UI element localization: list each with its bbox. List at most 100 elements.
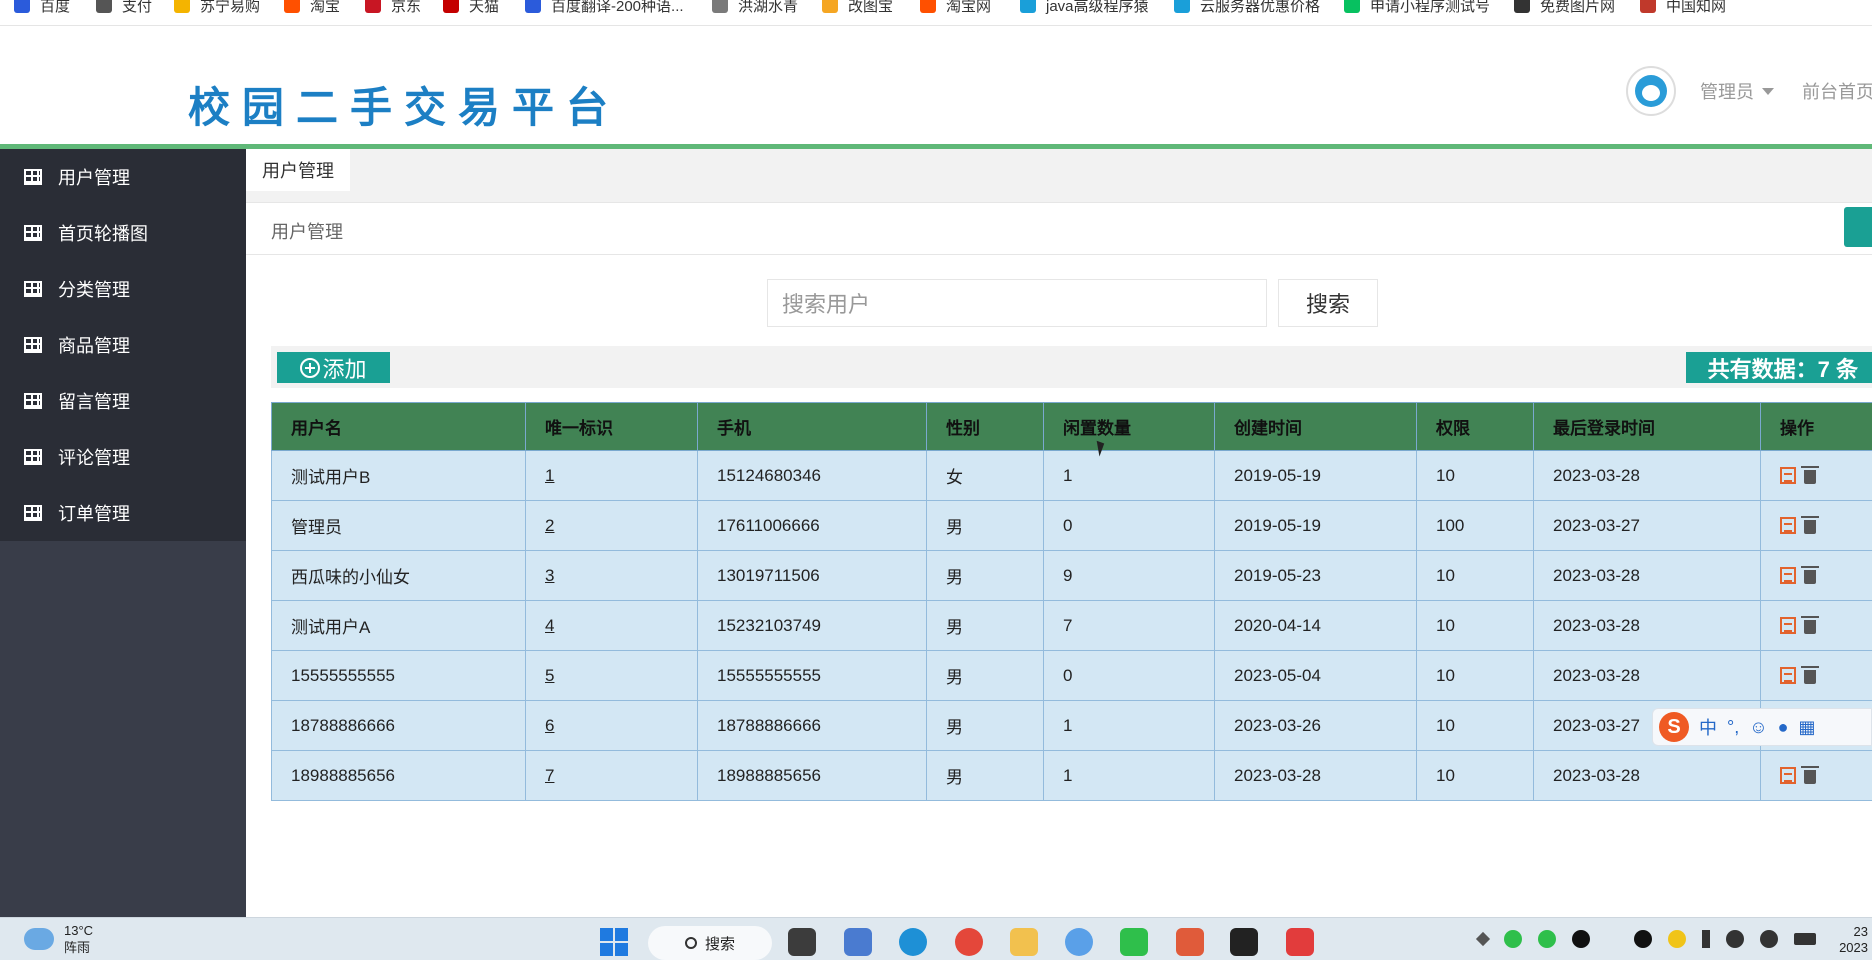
cell-id-link[interactable]: 4 [525, 600, 698, 651]
cell-actions [1760, 650, 1872, 701]
add-user-button[interactable]: 添加 [277, 352, 390, 383]
edit-icon[interactable] [1780, 517, 1796, 534]
delete-icon[interactable] [1801, 566, 1819, 584]
total-count-badge: 共有数据：7 条 [1685, 352, 1872, 383]
taskbar-search[interactable]: 搜索 [648, 926, 772, 960]
cell-id-link[interactable]: 6 [525, 700, 698, 751]
bookmark-item[interactable]: 支付 [96, 0, 152, 16]
ime-punct-toggle[interactable]: °, [1727, 717, 1739, 738]
bookmark-item[interactable]: 京东 [365, 0, 421, 16]
file-explorer-icon[interactable] [1010, 928, 1038, 956]
search-button[interactable]: 搜索 [1278, 279, 1378, 327]
edit-icon[interactable] [1780, 767, 1796, 784]
bookmark-item[interactable]: 申请小程序测试号 [1344, 0, 1490, 16]
sidebar-item-carousel[interactable]: 首页轮播图 [0, 205, 246, 261]
column-header: 闲置数量 [1043, 402, 1215, 451]
sidebar-item-comments[interactable]: 评论管理 [0, 429, 246, 485]
cell-id-link[interactable]: 2 [525, 500, 698, 551]
wifi-icon[interactable] [1726, 930, 1744, 948]
bookmark-item[interactable]: 免费图片网 [1514, 0, 1615, 16]
chrome-icon[interactable] [955, 928, 983, 956]
bookmark-item[interactable]: 百度翻译-200种语... [525, 0, 684, 16]
cell-last-login: 2023-03-27 [1533, 500, 1761, 551]
cell-permission: 10 [1416, 450, 1534, 501]
edit-icon[interactable] [1780, 567, 1796, 584]
cell-username: 测试用户B [271, 450, 526, 501]
bookmark-item[interactable]: 中国知网 [1640, 0, 1726, 16]
feishu-icon[interactable] [1065, 928, 1093, 956]
emoji-icon[interactable]: ☺ [1749, 717, 1767, 738]
ime-mode-toggle[interactable]: 中 [1699, 714, 1717, 740]
search-input[interactable]: 搜索用户 [767, 279, 1267, 327]
computer-icon[interactable] [844, 928, 872, 956]
task-view-icon[interactable] [788, 928, 816, 956]
column-header: 操作 [1760, 402, 1872, 451]
sidebar-item-users[interactable]: 用户管理 [0, 149, 246, 205]
edge-icon[interactable] [899, 928, 927, 956]
delete-icon[interactable] [1801, 766, 1819, 784]
bookmark-item[interactable]: 百度 [14, 0, 70, 16]
taskbar-clock[interactable]: 23 2023 [1836, 924, 1868, 956]
cell-created: 2023-05-04 [1214, 650, 1417, 701]
front-home-link[interactable]: 前台首页 [1802, 78, 1872, 104]
delete-icon[interactable] [1801, 516, 1819, 534]
sidebar-item-messages[interactable]: 留言管理 [0, 373, 246, 429]
breadcrumb[interactable]: 用户管理 [271, 218, 343, 244]
cell-id-link[interactable]: 7 [525, 750, 698, 801]
avatar[interactable] [1626, 66, 1676, 116]
sidebar-item-orders[interactable]: 订单管理 [0, 485, 246, 541]
intellij-icon[interactable] [1230, 928, 1258, 956]
pay-icon [96, 0, 112, 13]
sidebar-item-categories[interactable]: 分类管理 [0, 261, 246, 317]
table-toolbar: 添加 共有数据：7 条 [271, 346, 1872, 388]
bookmark-item[interactable]: 淘宝 [284, 0, 340, 16]
delete-icon[interactable] [1801, 466, 1819, 484]
chevron-up-icon[interactable] [1475, 931, 1491, 947]
wechat-icon[interactable] [1120, 928, 1148, 956]
column-header: 手机 [697, 402, 927, 451]
wps-icon[interactable] [1286, 928, 1314, 956]
bookmark-item[interactable]: 改图宝 [822, 0, 893, 16]
refresh-button[interactable] [1844, 207, 1872, 247]
cell-phone: 17611006666 [697, 500, 927, 551]
cell-id-link[interactable]: 1 [525, 450, 698, 501]
cell-id-link[interactable]: 5 [525, 650, 698, 701]
windows-start-icon[interactable] [600, 928, 628, 956]
tab-user-management[interactable]: 用户管理 [246, 149, 350, 191]
qq-icon[interactable] [1634, 930, 1652, 948]
app-tray-icon[interactable] [1668, 930, 1686, 948]
edit-icon[interactable] [1780, 617, 1796, 634]
microphone-icon[interactable] [1702, 930, 1710, 948]
bookmark-item[interactable]: 天猫 [443, 0, 499, 16]
table-row: 西瓜味的小仙女 3 13019711506 男 9 2019-05-23 10 … [271, 550, 1872, 601]
ime-toolbar[interactable]: S 中 °, ☺ ● ▦ [1652, 708, 1872, 746]
battery-icon[interactable] [1794, 933, 1816, 945]
weather-widget[interactable]: 13°C 阵雨 [24, 922, 93, 956]
bookmark-item[interactable]: java高级程序猿 [1020, 0, 1149, 16]
sidebar-item-products[interactable]: 商品管理 [0, 317, 246, 373]
delete-icon[interactable] [1801, 616, 1819, 634]
cell-gender: 男 [926, 750, 1044, 801]
bookmark-item[interactable]: 云服务器优惠价格 [1174, 0, 1320, 16]
volume-icon[interactable] [1760, 930, 1778, 948]
table-icon [24, 225, 42, 241]
cell-id-link[interactable]: 3 [525, 550, 698, 601]
cell-gender: 女 [926, 450, 1044, 501]
delete-icon[interactable] [1801, 666, 1819, 684]
bookmark-item[interactable]: 淘宝网 [920, 0, 991, 16]
table-header-row: 用户名 唯一标识 手机 性别 闲置数量 创建时间 权限 最后登录时间 操作 [271, 402, 1872, 451]
tmall-icon [443, 0, 459, 13]
tab-bar: 用户管理 [246, 149, 1872, 203]
edit-icon[interactable] [1780, 467, 1796, 484]
snipping-icon[interactable] [1176, 928, 1204, 956]
edit-icon[interactable] [1780, 667, 1796, 684]
microphone-icon[interactable]: ● [1778, 717, 1789, 738]
wechat-work-icon[interactable] [1538, 930, 1556, 948]
wechat-tray-icon[interactable] [1504, 930, 1522, 948]
site-logo-text[interactable]: 校园二手交易平台 [188, 74, 620, 135]
admin-menu[interactable]: 管理员 [1700, 78, 1774, 104]
qq-icon[interactable] [1572, 930, 1590, 948]
bookmark-item[interactable]: 洪湖水青 [712, 0, 798, 16]
bookmark-item[interactable]: 苏宁易购 [174, 0, 260, 16]
keyboard-icon[interactable]: ▦ [1798, 717, 1815, 738]
